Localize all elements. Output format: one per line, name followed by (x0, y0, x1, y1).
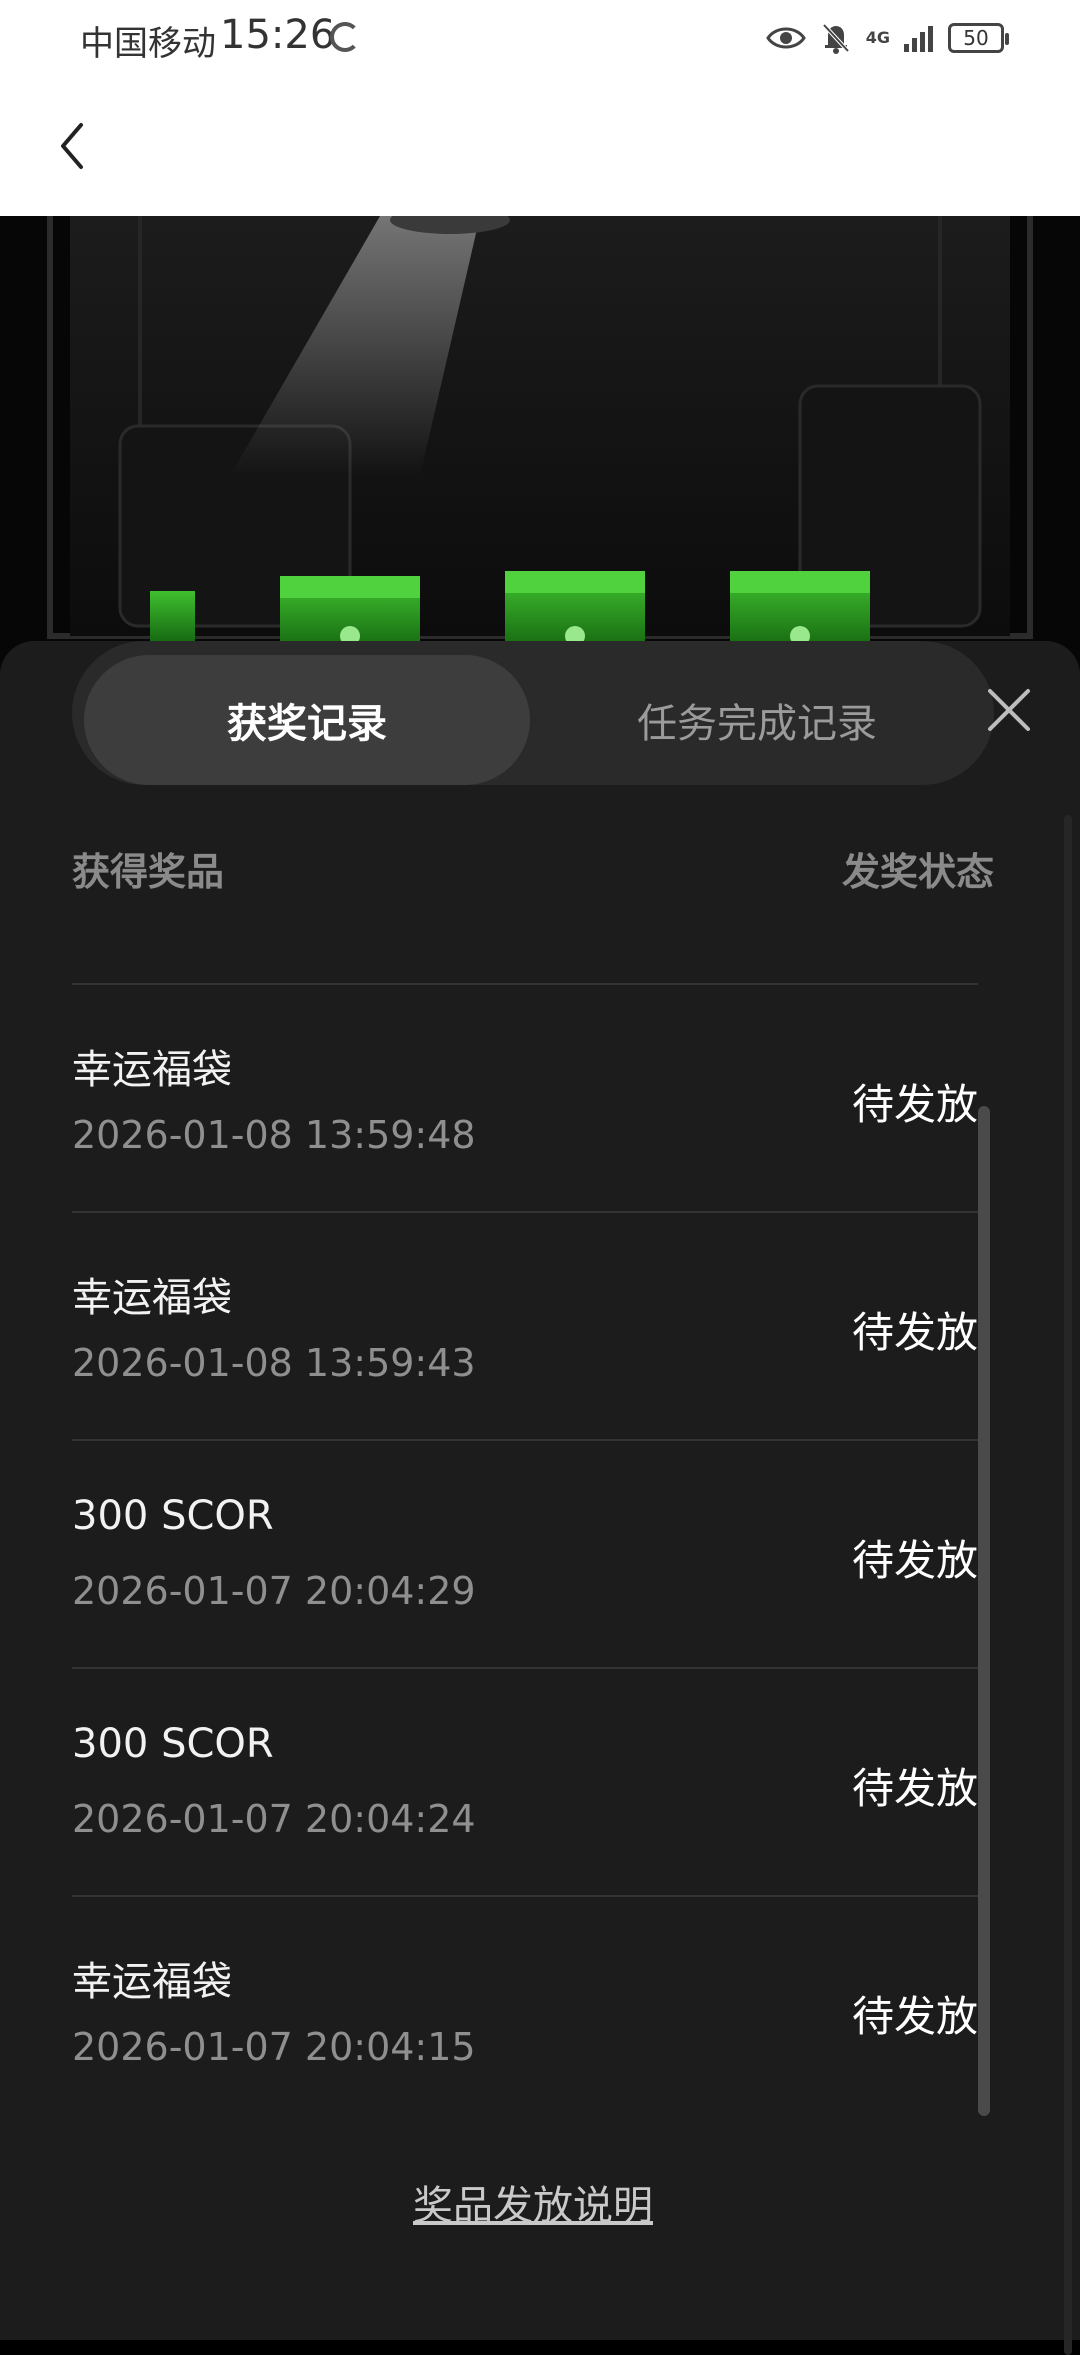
record-timestamp: 2026-01-08 13:59:48 (72, 1113, 476, 1157)
status-icons: 4G 50 (765, 16, 1009, 60)
tab-award-records[interactable]: 获奖记录 (84, 655, 530, 785)
list-scrollbar[interactable] (978, 1106, 990, 2116)
record-status: 待发放 (851, 1536, 978, 1585)
battery-icon: 50 (948, 23, 1009, 53)
sheet-scrollbar-track[interactable] (1064, 815, 1072, 2355)
eye-icon (765, 27, 806, 49)
network-type: 4G (865, 28, 890, 47)
nav-bar (0, 76, 1080, 216)
record-status: 待发放 (851, 1764, 978, 1813)
award-records-sheet: 获奖记录 任务完成记录 获得奖品 发奖状态 幸运福袋 2026-01-08 13… (0, 641, 1080, 2355)
record-row: 幸运福袋 2026-01-08 13:59:48 待发放 (72, 985, 978, 1213)
record-timestamp: 2026-01-07 20:04:29 (72, 1569, 476, 1613)
record-prize-name: 幸运福袋 (72, 1959, 232, 2005)
record-row: 幸运福袋 2026-01-07 20:04:15 待发放 (72, 1897, 978, 2125)
record-row: 300 SCOR 2026-01-07 20:04:29 待发放 (72, 1441, 978, 1669)
back-button[interactable] (36, 110, 108, 182)
record-prize-name: 300 SCOR (72, 1721, 274, 1767)
hero-illustration (0, 216, 1080, 676)
tab-bar: 获奖记录 任务完成记录 (72, 641, 994, 785)
record-row: 300 SCOR 2026-01-07 20:04:24 待发放 (72, 1669, 978, 1897)
close-icon[interactable] (978, 679, 1040, 741)
signal-icon (904, 26, 933, 52)
record-prize-name: 幸运福袋 (72, 1047, 232, 1093)
record-prize-name: 300 SCOR (72, 1493, 274, 1539)
status-bar: 中国移动 15:26 4G 50 (0, 0, 1080, 76)
carrier-label: 中国移动 (80, 24, 216, 64)
battery-level: 50 (963, 26, 989, 50)
record-row: 幸运福袋 2026-01-08 13:59:43 待发放 (72, 1213, 978, 1441)
prize-distribution-info-link[interactable]: 奖品发放说明 (0, 2173, 1066, 2231)
record-timestamp: 2026-01-07 20:04:24 (72, 1797, 476, 1841)
tab-task-records[interactable]: 任务完成记录 (534, 655, 980, 785)
record-prize-name: 幸运福袋 (72, 1275, 232, 1321)
column-header-status: 发奖状态 (841, 850, 994, 894)
clock: 15:26 (220, 12, 336, 58)
bell-muted-icon (822, 23, 850, 54)
loading-spinner-icon (330, 22, 360, 52)
record-status: 待发放 (851, 1080, 978, 1129)
chevron-left-icon (61, 123, 83, 169)
record-timestamp: 2026-01-07 20:04:15 (72, 2025, 476, 2069)
hero-banner (0, 216, 1080, 676)
record-status: 待发放 (851, 1992, 978, 2041)
record-list[interactable]: 幸运福袋 2026-01-08 13:59:48 待发放 幸运福袋 2026-0… (72, 985, 978, 2125)
record-timestamp: 2026-01-08 13:59:43 (72, 1341, 476, 1385)
column-header-prize: 获得奖品 (72, 850, 225, 894)
record-status: 待发放 (851, 1308, 978, 1357)
